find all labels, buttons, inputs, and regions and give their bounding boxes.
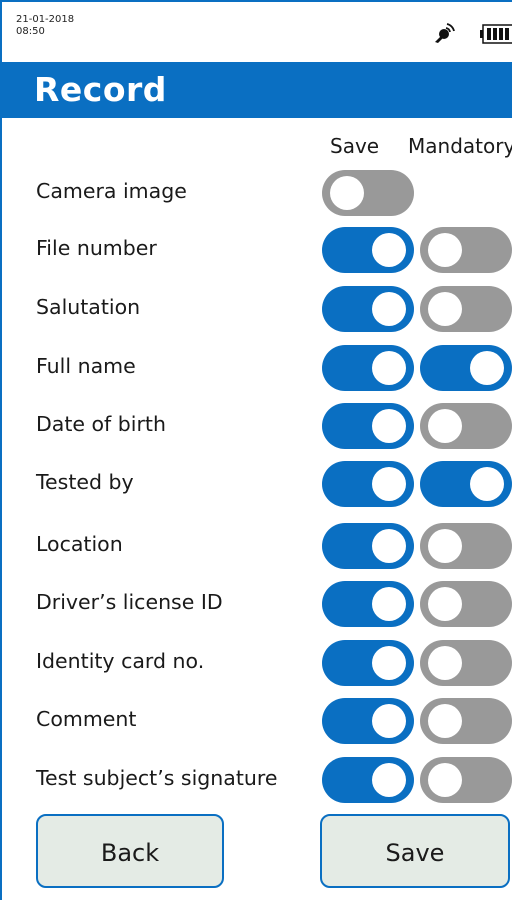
row-label: Comment xyxy=(36,707,137,731)
toggle-knob xyxy=(372,467,406,501)
toggle-knob xyxy=(428,646,462,680)
settings-row: Tested by xyxy=(2,453,512,511)
toggle-knob xyxy=(470,467,504,501)
save-toggle[interactable] xyxy=(322,581,414,627)
row-label: Tested by xyxy=(36,470,134,494)
row-label: Driver’s license ID xyxy=(36,590,223,614)
row-label: File number xyxy=(36,236,157,260)
save-toggle[interactable] xyxy=(322,403,414,449)
row-label: Location xyxy=(36,532,123,556)
settings-row: Driver’s license ID xyxy=(2,573,512,631)
row-label: Date of birth xyxy=(36,412,166,436)
toggle-knob xyxy=(372,292,406,326)
settings-row: Salutation xyxy=(2,278,512,336)
save-toggle[interactable] xyxy=(322,227,414,273)
save-toggle[interactable] xyxy=(322,345,414,391)
save-toggle[interactable] xyxy=(322,698,414,744)
status-icons xyxy=(432,22,512,46)
column-header-mandatory: Mandatory xyxy=(408,134,512,158)
mandatory-toggle[interactable] xyxy=(420,403,512,449)
mandatory-toggle[interactable] xyxy=(420,757,512,803)
save-toggle[interactable] xyxy=(322,170,414,216)
settings-row: Date of birth xyxy=(2,395,512,453)
row-label: Test subject’s signature xyxy=(36,766,278,790)
toggle-knob xyxy=(372,587,406,621)
save-button[interactable]: Save xyxy=(320,814,510,888)
row-label: Salutation xyxy=(36,295,141,319)
signal-icon xyxy=(435,23,455,43)
settings-row: Location xyxy=(2,515,512,573)
toggle-knob xyxy=(428,763,462,797)
row-label: Full name xyxy=(36,354,136,378)
toggle-knob xyxy=(330,176,364,210)
back-button[interactable]: Back xyxy=(36,814,224,888)
toggle-knob xyxy=(428,704,462,738)
toggle-knob xyxy=(372,351,406,385)
toggle-knob xyxy=(428,409,462,443)
save-toggle[interactable] xyxy=(322,757,414,803)
toggle-knob xyxy=(372,529,406,563)
mandatory-toggle[interactable] xyxy=(420,345,512,391)
settings-row: Full name xyxy=(2,337,512,395)
toggle-knob xyxy=(372,646,406,680)
page-title: Record xyxy=(34,70,167,109)
settings-row: Camera image xyxy=(2,162,512,220)
toggle-knob xyxy=(372,409,406,443)
settings-row: Comment xyxy=(2,690,512,748)
battery-icon xyxy=(480,24,512,44)
header-bar: Record xyxy=(2,62,512,118)
toggle-knob xyxy=(372,763,406,797)
settings-row: File number xyxy=(2,219,512,277)
row-label: Camera image xyxy=(36,179,187,203)
device-screen: 21-01-2018 08:50 Record Save Mandatory C… xyxy=(0,0,512,900)
column-header-save: Save xyxy=(330,134,380,158)
toggle-knob xyxy=(470,351,504,385)
mandatory-toggle[interactable] xyxy=(420,581,512,627)
settings-row: Identity card no. xyxy=(2,632,512,690)
save-toggle[interactable] xyxy=(322,461,414,507)
toggle-knob xyxy=(372,233,406,267)
toggle-knob xyxy=(428,529,462,563)
mandatory-toggle[interactable] xyxy=(420,286,512,332)
toggle-knob xyxy=(428,292,462,326)
mandatory-toggle[interactable] xyxy=(420,523,512,569)
save-toggle[interactable] xyxy=(322,286,414,332)
mandatory-toggle[interactable] xyxy=(420,461,512,507)
mandatory-toggle[interactable] xyxy=(420,227,512,273)
toggle-knob xyxy=(428,233,462,267)
save-toggle[interactable] xyxy=(322,640,414,686)
save-toggle[interactable] xyxy=(322,523,414,569)
settings-row: Test subject’s signature xyxy=(2,749,512,807)
toggle-knob xyxy=(428,587,462,621)
mandatory-toggle[interactable] xyxy=(420,698,512,744)
row-label: Identity card no. xyxy=(36,649,205,673)
status-bar: 21-01-2018 08:50 xyxy=(16,14,512,62)
mandatory-toggle[interactable] xyxy=(420,640,512,686)
toggle-knob xyxy=(372,704,406,738)
